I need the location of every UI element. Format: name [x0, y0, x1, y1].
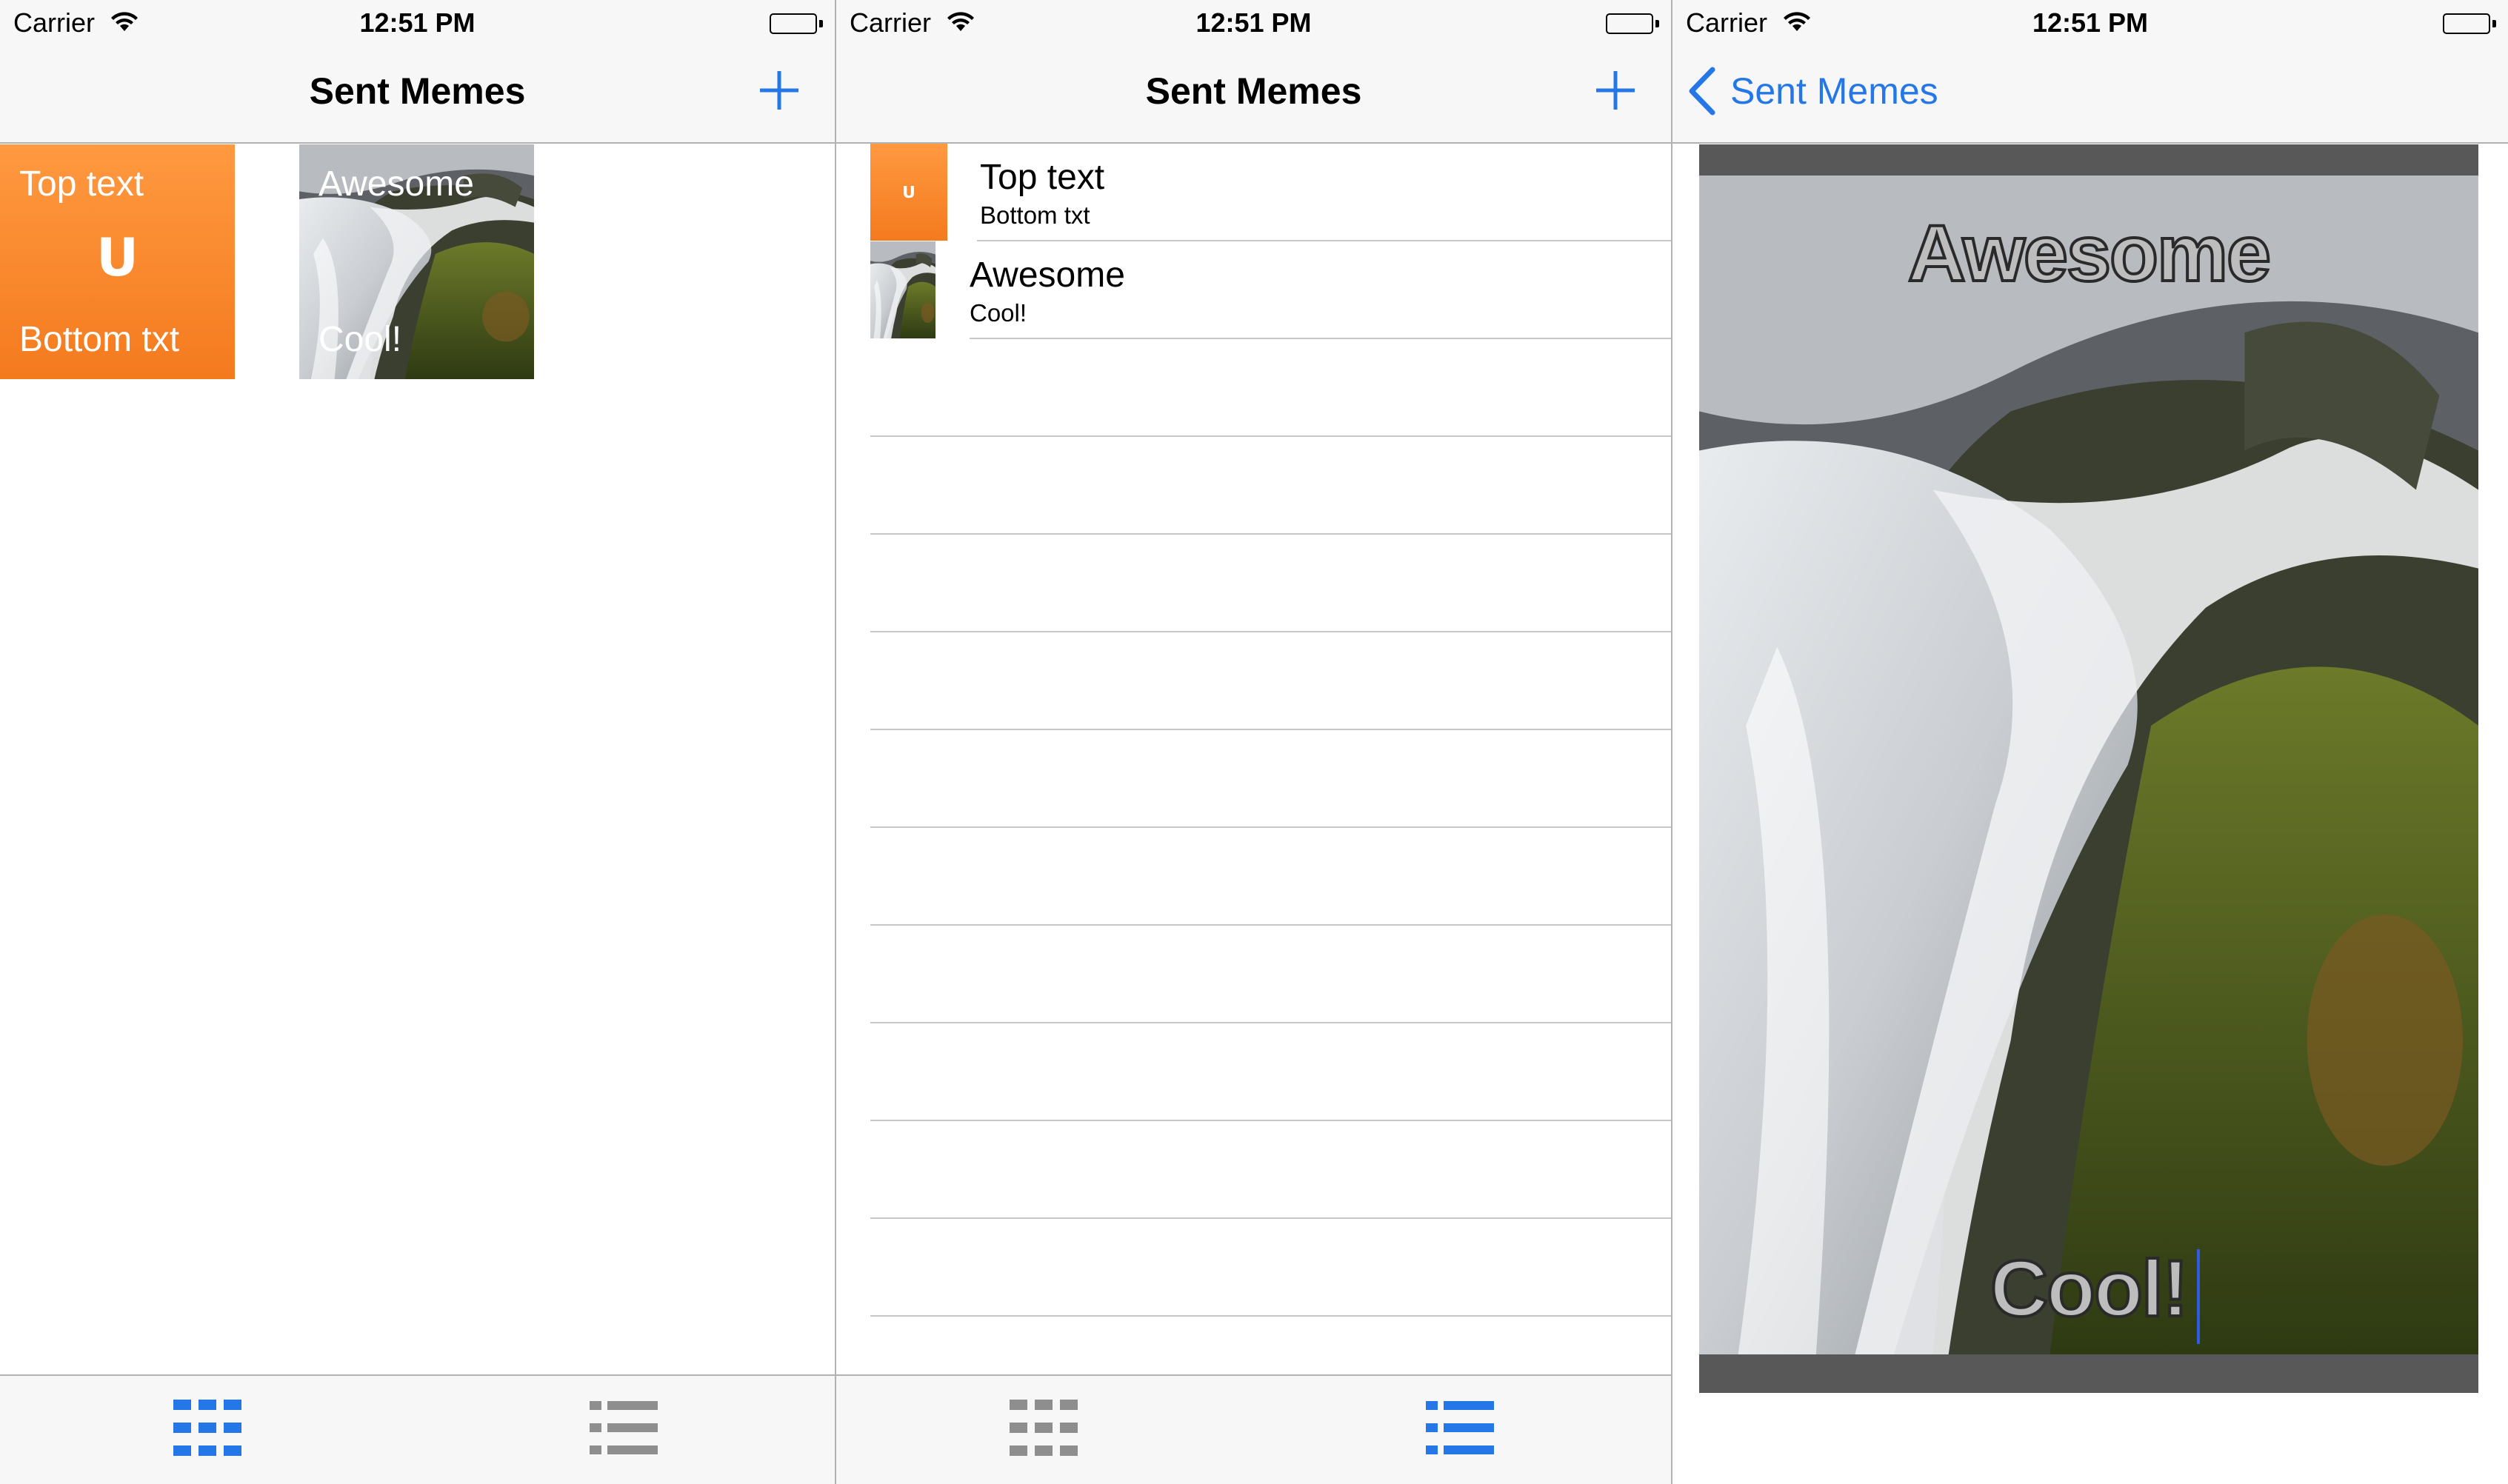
logo-icon: ᑌ — [902, 182, 916, 201]
row-subtitle: Cool! — [970, 299, 1027, 327]
detail-background — [1672, 1393, 2508, 1484]
tab-list[interactable] — [1415, 1391, 1504, 1465]
status-bar: Carrier 12:51 PM — [0, 0, 835, 47]
row-separator — [870, 826, 1671, 828]
logo-icon: ᑌ — [96, 229, 139, 287]
meme-tile[interactable]: Top text ᑌ Bottom txt — [0, 144, 235, 379]
meme-bottom-text-field[interactable]: Cool! — [1699, 1242, 2478, 1334]
nav-title: Sent Memes — [309, 70, 526, 112]
waterfall-image — [1699, 176, 2478, 1354]
tab-grid[interactable] — [999, 1391, 1088, 1465]
row-separator — [870, 1315, 1671, 1317]
navigation-bar: Sent Memes — [0, 47, 835, 144]
row-separator — [870, 1120, 1671, 1121]
tile-top-text: Top text — [19, 164, 144, 204]
status-time: 12:51 PM — [359, 7, 476, 38]
meme-top-text-field[interactable]: Awesome — [1699, 207, 2478, 299]
row-separator — [870, 533, 1671, 535]
grid-icon — [173, 1400, 241, 1456]
app-stage: Carrier 12:51 PM Sent Memes Top text ᑌ B… — [0, 0, 2508, 1484]
text-cursor — [2197, 1249, 2200, 1344]
row-separator — [870, 1022, 1671, 1023]
tile-bottom-text: Cool! — [318, 320, 402, 359]
tab-list[interactable] — [579, 1391, 668, 1465]
add-meme-button[interactable] — [1593, 68, 1638, 113]
tile-bottom-text: Bottom txt — [19, 320, 180, 359]
row-separator — [870, 729, 1671, 730]
battery-icon — [770, 13, 823, 34]
nav-title: Sent Memes — [1145, 70, 1362, 112]
meme-tile[interactable]: Awesome Cool! — [299, 144, 534, 379]
status-bar: Carrier 12:51 PM — [1672, 0, 2508, 47]
list-screen: Carrier 12:51 PM Sent Memes ᑌ Top text B… — [836, 0, 1671, 1484]
navigation-bar: Sent Memes — [1672, 47, 2508, 144]
battery-icon — [1606, 13, 1659, 34]
tab-bar — [836, 1374, 1671, 1484]
row-separator — [870, 924, 1671, 926]
meme-thumbnail: ᑌ — [870, 144, 947, 241]
row-subtitle: Bottom txt — [980, 201, 1090, 229]
navigation-bar: Sent Memes — [836, 47, 1671, 144]
waterfall-image — [870, 241, 936, 338]
list-icon — [590, 1401, 658, 1454]
battery-icon — [2443, 13, 2496, 34]
back-label: Sent Memes — [1730, 70, 1938, 112]
tab-bar — [0, 1374, 835, 1484]
list-item[interactable]: Awesome Cool! — [836, 241, 1671, 339]
meme-thumbnail — [870, 241, 936, 338]
add-meme-button[interactable] — [757, 68, 801, 113]
row-title: Top text — [980, 158, 1105, 197]
chevron-left-icon — [1689, 67, 1715, 116]
status-bar: Carrier 12:51 PM — [836, 0, 1671, 47]
tab-grid[interactable] — [163, 1391, 252, 1465]
back-button[interactable]: Sent Memes — [1687, 65, 1938, 117]
meme-image: Awesome Cool! — [1699, 176, 2478, 1354]
grid-icon — [1010, 1400, 1078, 1456]
list-icon — [1426, 1401, 1494, 1454]
tile-top-text: Awesome — [318, 164, 474, 204]
meme-image-frame: Awesome Cool! — [1699, 144, 2478, 1393]
row-separator — [970, 338, 1671, 339]
detail-screen: Carrier 12:51 PM Sent Memes Awesome Cool… — [1672, 0, 2508, 1484]
row-separator — [870, 631, 1671, 632]
row-separator — [870, 1217, 1671, 1219]
grid-screen: Carrier 12:51 PM Sent Memes Top text ᑌ B… — [0, 0, 835, 1484]
list-item[interactable]: ᑌ Top text Bottom txt — [836, 144, 1671, 241]
status-time: 12:51 PM — [1195, 7, 1312, 38]
row-title: Awesome — [970, 255, 1125, 295]
row-separator — [870, 435, 1671, 437]
status-time: 12:51 PM — [2032, 7, 2149, 38]
